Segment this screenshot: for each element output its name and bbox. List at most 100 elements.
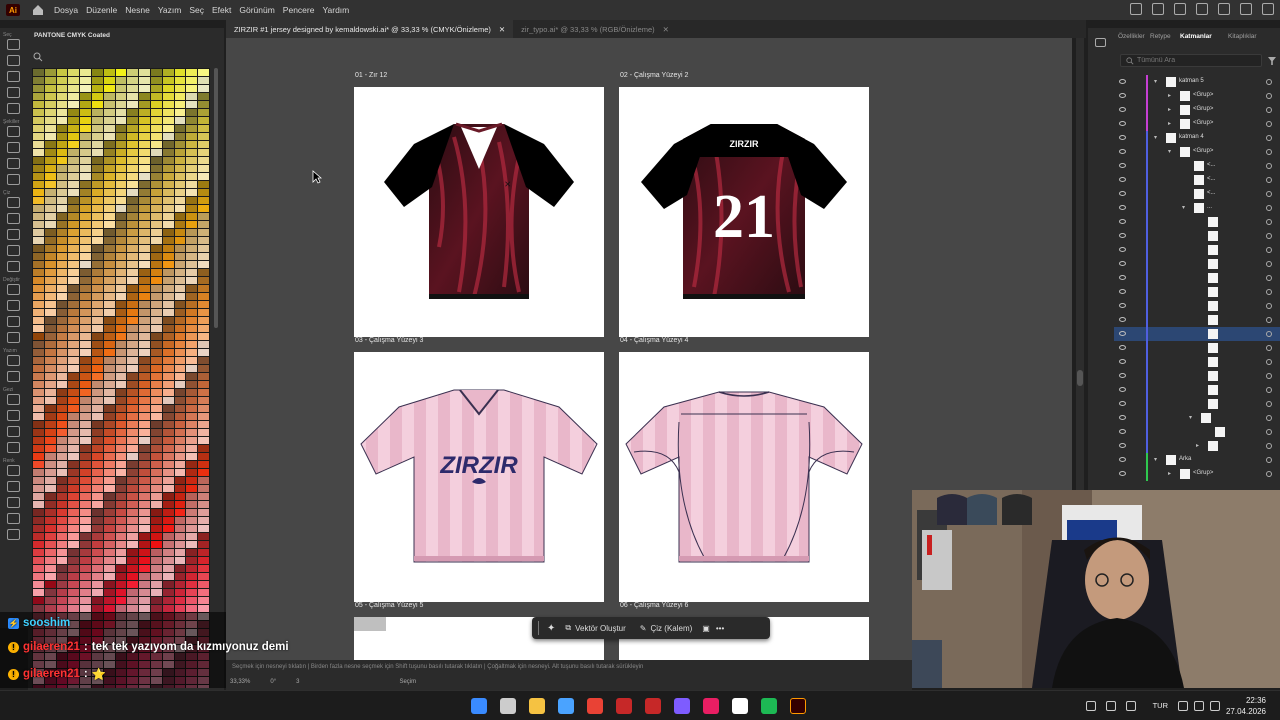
swatch[interactable] (92, 373, 103, 380)
swatch[interactable] (186, 157, 198, 164)
menu-item[interactable]: Yardım (322, 5, 349, 15)
zoom-level[interactable]: 33,33% (230, 679, 250, 685)
swatch[interactable] (92, 469, 103, 476)
swatch[interactable] (127, 413, 139, 420)
plugin-icon[interactable] (1152, 3, 1164, 15)
swatch[interactable] (80, 501, 91, 508)
swatch[interactable] (92, 309, 103, 316)
swatch[interactable] (80, 341, 91, 348)
swatch[interactable] (127, 253, 139, 260)
swatch[interactable] (56, 317, 68, 324)
swatch[interactable] (80, 445, 91, 452)
swatch[interactable] (186, 517, 198, 524)
swatch[interactable] (80, 141, 91, 148)
swatch[interactable] (44, 461, 56, 468)
swatch[interactable] (162, 517, 174, 524)
swatch[interactable] (162, 157, 174, 164)
swatch[interactable] (80, 453, 91, 460)
swatch[interactable] (44, 253, 56, 260)
panel-tab[interactable]: Katmanlar (1180, 33, 1212, 40)
swatch[interactable] (198, 109, 209, 116)
swatch[interactable] (198, 245, 209, 252)
swatch[interactable] (127, 605, 139, 612)
visibility-eye-icon[interactable] (1119, 261, 1126, 266)
swatch[interactable] (151, 93, 162, 100)
swatch[interactable] (68, 349, 80, 356)
swatch[interactable] (33, 581, 44, 588)
search-icon[interactable] (1174, 3, 1186, 15)
scrollbar-thumb[interactable] (1077, 370, 1083, 386)
swatch[interactable] (44, 189, 56, 196)
swatch[interactable] (127, 93, 139, 100)
swatch[interactable] (174, 245, 186, 252)
layer-row[interactable] (1114, 355, 1280, 369)
swatch[interactable] (33, 445, 44, 452)
swatch[interactable] (198, 533, 209, 540)
swatch[interactable] (174, 173, 186, 180)
swatch[interactable] (139, 285, 150, 292)
menu-item[interactable]: Seç (189, 5, 204, 15)
swatch[interactable] (139, 261, 150, 268)
swatch[interactable] (44, 149, 56, 156)
swatch[interactable] (186, 405, 198, 412)
swatch[interactable] (33, 469, 44, 476)
swatch[interactable] (139, 213, 150, 220)
visibility-eye-icon[interactable] (1119, 177, 1126, 182)
swatch[interactable] (151, 197, 162, 204)
swatch[interactable] (162, 573, 174, 580)
swatch[interactable] (68, 493, 80, 500)
swatch[interactable] (44, 69, 56, 76)
swatch[interactable] (127, 149, 139, 156)
target-circle-icon[interactable] (1266, 317, 1272, 323)
artboard-3[interactable]: ZIRZIR (354, 352, 604, 602)
swatch[interactable] (151, 381, 162, 388)
swatch[interactable] (92, 317, 103, 324)
swatch[interactable] (80, 365, 91, 372)
illustrator-icon[interactable] (790, 698, 806, 714)
swatch[interactable] (162, 373, 174, 380)
swatch[interactable] (151, 245, 162, 252)
swatch[interactable] (115, 573, 127, 580)
swatch[interactable] (33, 437, 44, 444)
swatch[interactable] (80, 373, 91, 380)
swatch[interactable] (103, 117, 115, 124)
swatch[interactable] (68, 541, 80, 548)
swatch[interactable] (198, 213, 209, 220)
layer-row[interactable] (1114, 313, 1280, 327)
swatch[interactable] (56, 77, 68, 84)
layer-row[interactable] (1114, 215, 1280, 229)
swatch[interactable] (162, 69, 174, 76)
swatch[interactable] (92, 533, 103, 540)
swatch[interactable] (186, 357, 198, 364)
swatch[interactable] (115, 509, 127, 516)
swatch[interactable] (103, 317, 115, 324)
visibility-eye-icon[interactable] (1119, 401, 1126, 406)
swatch[interactable] (139, 181, 150, 188)
swatch[interactable] (56, 341, 68, 348)
swatch[interactable] (80, 269, 91, 276)
swatch[interactable] (139, 485, 150, 492)
swatch[interactable] (198, 269, 209, 276)
swatch[interactable] (115, 125, 127, 132)
swatch[interactable] (174, 77, 186, 84)
swatch[interactable] (33, 501, 44, 508)
swatch[interactable] (174, 405, 186, 412)
swatch[interactable] (151, 133, 162, 140)
swatch[interactable] (92, 493, 103, 500)
swatch[interactable] (151, 437, 162, 444)
swatch[interactable] (186, 237, 198, 244)
swatch[interactable] (174, 229, 186, 236)
swatch[interactable] (139, 421, 150, 428)
swatch[interactable] (80, 221, 91, 228)
swatch[interactable] (151, 301, 162, 308)
swatch[interactable] (198, 221, 209, 228)
swatch[interactable] (33, 149, 44, 156)
touch-type-tool-icon[interactable] (7, 371, 20, 382)
swatch[interactable] (198, 205, 209, 212)
swatch[interactable] (103, 333, 115, 340)
swatch[interactable] (92, 405, 103, 412)
swatch[interactable] (127, 533, 139, 540)
swatch[interactable] (162, 325, 174, 332)
swatch[interactable] (103, 389, 115, 396)
swatch[interactable] (186, 469, 198, 476)
